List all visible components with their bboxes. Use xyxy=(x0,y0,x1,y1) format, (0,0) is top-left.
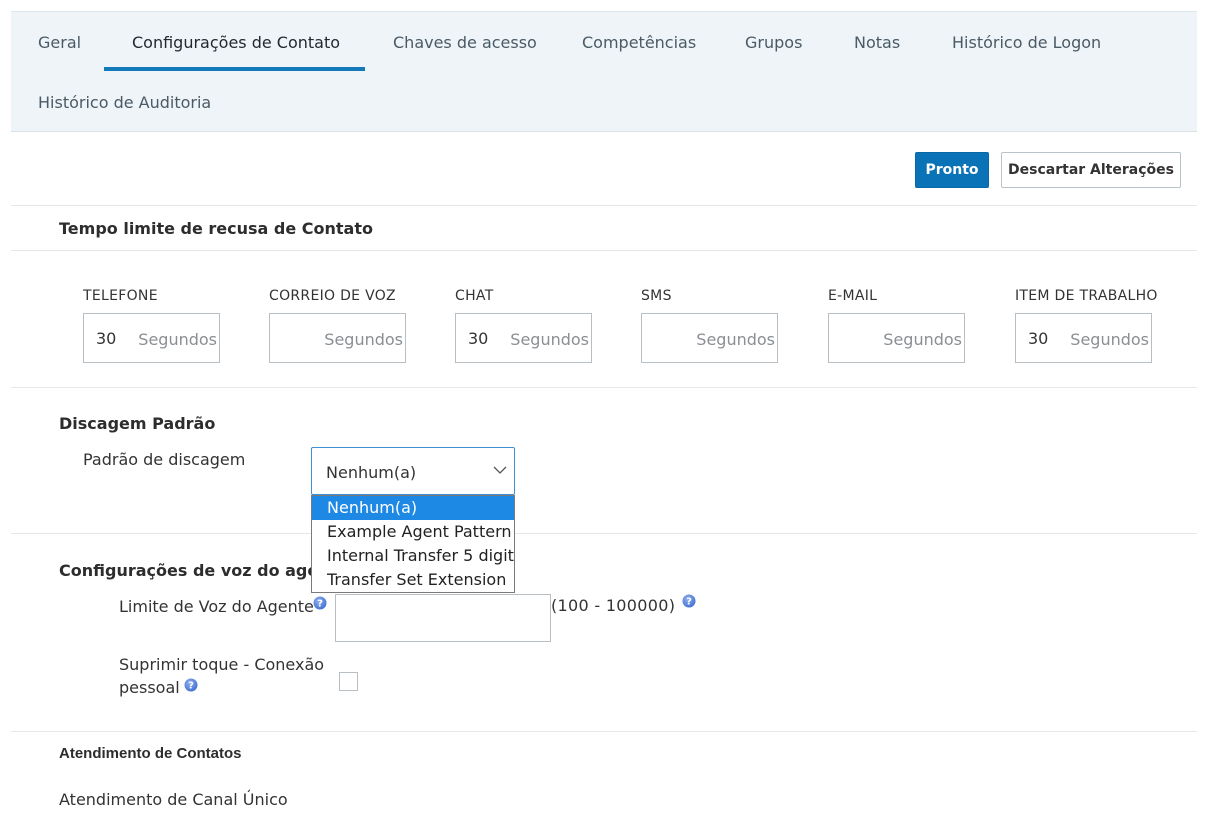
chat-timeout-value: 30 xyxy=(468,329,489,348)
sms-timeout-label: SMS xyxy=(641,288,672,304)
phone-timeout-value: 30 xyxy=(96,329,117,348)
sms-timeout-input[interactable]: Segundos xyxy=(641,313,778,363)
divider xyxy=(11,205,1197,206)
voice-limit-input[interactable] xyxy=(335,594,551,642)
dial-pattern-option-nenhum[interactable]: Nenhum(a) xyxy=(312,496,514,520)
help-icon[interactable]: ? xyxy=(682,594,696,608)
divider xyxy=(11,250,1197,251)
voice-section-title: Configurações de voz do agente xyxy=(59,561,349,580)
chevron-down-icon xyxy=(493,466,507,474)
tab-bar: Geral Configurações de Contato Chaves de… xyxy=(11,11,1197,132)
svg-text:?: ? xyxy=(188,681,194,692)
suppress-ring-label-continued: pessoal xyxy=(119,678,180,697)
chat-timeout-label: CHAT xyxy=(455,288,494,304)
email-timeout-unit: Segundos xyxy=(883,330,962,349)
voice-limit-range: (100 - 100000) xyxy=(551,596,676,615)
voicemail-timeout-label: CORREIO DE VOZ xyxy=(269,288,396,304)
phone-timeout-label: TELEFONE xyxy=(83,288,158,304)
active-tab-indicator xyxy=(104,67,365,71)
dial-pattern-options-list: Nenhum(a) Example Agent Pattern Internal… xyxy=(311,495,515,593)
dial-pattern-select[interactable]: Nenhum(a) xyxy=(311,447,515,495)
dial-pattern-option-transfer-set-extension[interactable]: Transfer Set Extension xyxy=(312,568,514,592)
voice-limit-label: Limite de Voz do Agente xyxy=(119,597,314,616)
discard-changes-button[interactable]: Descartar Alterações xyxy=(1001,152,1181,188)
suppress-ring-label: Suprimir toque - Conexão xyxy=(119,655,325,674)
phone-timeout-input[interactable]: 30 Segundos xyxy=(83,313,220,363)
dial-pattern-label: Padrão de discagem xyxy=(83,450,246,469)
email-timeout-label: E-MAIL xyxy=(828,288,878,304)
voicemail-timeout-input[interactable]: Segundos xyxy=(269,313,406,363)
phone-timeout-unit: Segundos xyxy=(138,330,217,349)
chat-timeout-input[interactable]: 30 Segundos xyxy=(455,313,592,363)
chat-timeout-unit: Segundos xyxy=(510,330,589,349)
tab-geral[interactable]: Geral xyxy=(38,33,81,52)
dial-pattern-option-internal-transfer[interactable]: Internal Transfer 5 digit xyxy=(312,544,514,568)
timeout-section-title: Tempo limite de recusa de Contato xyxy=(59,219,373,238)
tab-historico-de-auditoria[interactable]: Histórico de Auditoria xyxy=(38,93,211,112)
tab-competencias[interactable]: Competências xyxy=(582,33,696,52)
dial-pattern-selected-value: Nenhum(a) xyxy=(326,463,417,482)
divider xyxy=(11,731,1197,732)
done-button[interactable]: Pronto xyxy=(915,152,989,188)
contact-handling-title: Atendimento de Contatos xyxy=(59,745,242,762)
help-icon[interactable]: ? xyxy=(184,678,198,692)
divider xyxy=(11,533,1197,534)
tab-chaves-de-acesso[interactable]: Chaves de acesso xyxy=(393,33,537,52)
work-item-timeout-unit: Segundos xyxy=(1070,330,1149,349)
email-timeout-input[interactable]: Segundos xyxy=(828,313,965,363)
sms-timeout-unit: Segundos xyxy=(696,330,775,349)
tab-configuracoes-de-contato[interactable]: Configurações de Contato xyxy=(132,33,340,52)
svg-text:?: ? xyxy=(686,597,692,608)
voicemail-timeout-unit: Segundos xyxy=(324,330,403,349)
tab-notas[interactable]: Notas xyxy=(854,33,900,52)
suppress-ring-checkbox[interactable] xyxy=(339,672,358,691)
work-item-timeout-label: ITEM DE TRABALHO xyxy=(1015,288,1158,304)
help-icon[interactable]: ? xyxy=(313,596,327,610)
dial-section-title: Discagem Padrão xyxy=(59,414,216,433)
single-channel-label: Atendimento de Canal Único xyxy=(59,790,288,809)
work-item-timeout-input[interactable]: 30 Segundos xyxy=(1015,313,1152,363)
tab-grupos[interactable]: Grupos xyxy=(745,33,802,52)
tab-historico-de-logon[interactable]: Histórico de Logon xyxy=(952,33,1101,52)
svg-text:?: ? xyxy=(317,599,323,610)
divider xyxy=(11,387,1197,388)
dial-pattern-option-example-agent-pattern[interactable]: Example Agent Pattern xyxy=(312,520,514,544)
work-item-timeout-value: 30 xyxy=(1028,329,1049,348)
